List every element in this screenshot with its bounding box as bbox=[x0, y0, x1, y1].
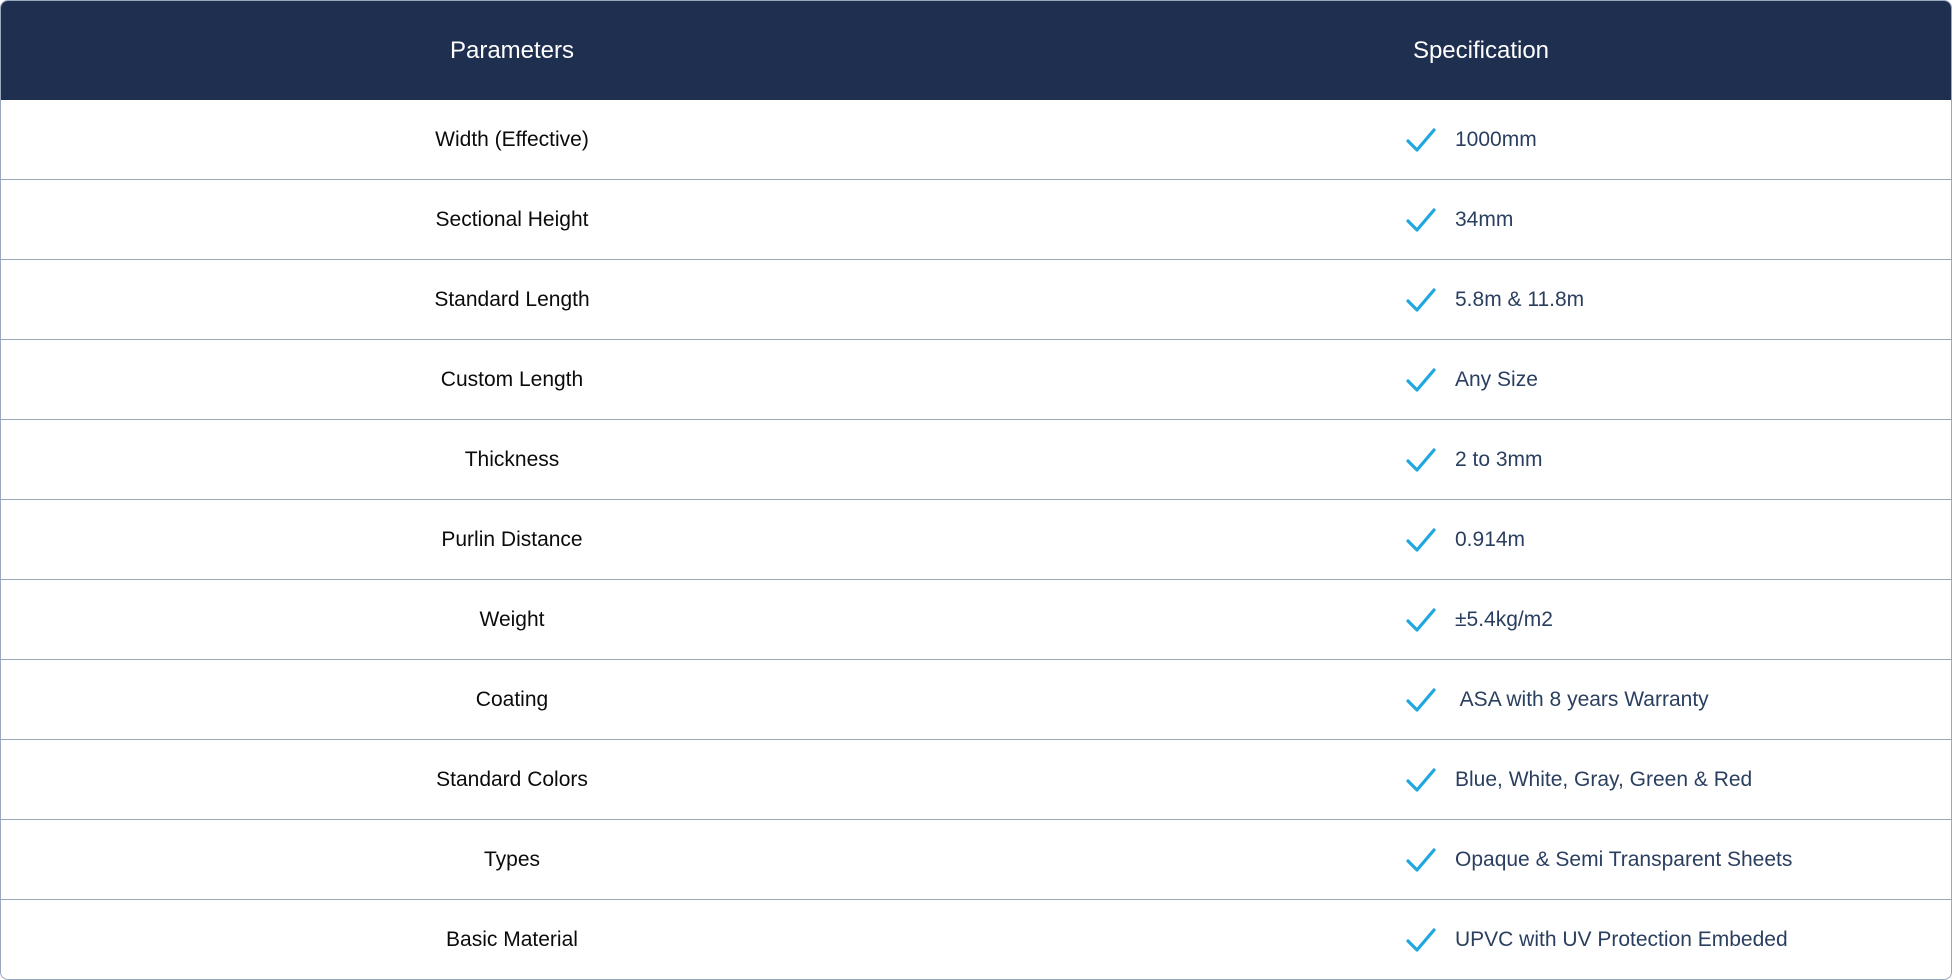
specification-cell: Any Size bbox=[1023, 366, 1951, 394]
parameter-name: Thickness bbox=[464, 447, 560, 471]
table-row: Width (Effective) 1000mm bbox=[1, 100, 1951, 179]
parameter-name: Width (Effective) bbox=[435, 127, 589, 151]
checkmark-icon bbox=[1406, 287, 1436, 312]
specification-cell: 1000mm bbox=[1023, 126, 1951, 154]
parameters-header: Parameters bbox=[449, 36, 575, 64]
parameter-name: Types bbox=[483, 847, 541, 871]
specification-value: 34mm bbox=[1455, 207, 1514, 231]
specification-cell: 0.914m bbox=[1023, 526, 1951, 554]
specification-value: Opaque & Semi Transparent Sheets bbox=[1455, 847, 1793, 871]
parameter-name: Coating bbox=[475, 687, 549, 711]
parameter-name: Purlin Distance bbox=[441, 527, 583, 551]
checkmark-icon bbox=[1406, 367, 1436, 392]
table-row: Thickness 2 to 3mm bbox=[1, 419, 1951, 499]
checkmark-icon bbox=[1406, 127, 1436, 152]
specification-value: UPVC with UV Protection Embeded bbox=[1455, 927, 1788, 951]
parameter-name: Basic Material bbox=[446, 927, 578, 951]
specification-value: Any Size bbox=[1455, 367, 1538, 391]
checkmark-icon bbox=[1406, 687, 1436, 712]
table-row: Sectional Height 34mm bbox=[1, 179, 1951, 259]
table-row: Weight ±5.4kg/m2 bbox=[1, 579, 1951, 659]
checkmark-icon bbox=[1406, 927, 1436, 952]
checkmark-icon bbox=[1406, 607, 1436, 632]
specification-value: 2 to 3mm bbox=[1455, 447, 1543, 471]
specification-value: ASA with 8 years Warranty bbox=[1455, 687, 1709, 711]
specification-cell: Blue, White, Gray, Green & Red bbox=[1023, 766, 1951, 794]
specification-value: 0.914m bbox=[1455, 527, 1526, 551]
checkmark-icon bbox=[1406, 847, 1436, 872]
table-row: Custom Length Any Size bbox=[1, 339, 1951, 419]
specification-cell: UPVC with UV Protection Embeded bbox=[1023, 926, 1951, 954]
parameter-name: Standard Length bbox=[434, 287, 590, 311]
specification-cell: Opaque & Semi Transparent Sheets bbox=[1023, 846, 1951, 874]
table-row: Basic Material UPVC with UV Protection E… bbox=[1, 899, 1951, 979]
table-body: Width (Effective) 1000mm Sectional Heigh… bbox=[1, 100, 1951, 979]
specification-cell: ±5.4kg/m2 bbox=[1023, 606, 1951, 634]
specification-cell: 34mm bbox=[1023, 206, 1951, 234]
table-row: Coating ASA with 8 years Warranty bbox=[1, 659, 1951, 739]
parameter-name: Sectional Height bbox=[435, 207, 589, 231]
specification-table: Parameters Specification Width (Effectiv… bbox=[0, 0, 1952, 980]
checkmark-icon bbox=[1406, 767, 1436, 792]
specification-cell: 5.8m & 11.8m bbox=[1023, 286, 1951, 314]
specification-cell: 2 to 3mm bbox=[1023, 446, 1951, 474]
table-row: Standard Colors Blue, White, Gray, Green… bbox=[1, 739, 1951, 819]
table-row: Purlin Distance 0.914m bbox=[1, 499, 1951, 579]
specification-value: Blue, White, Gray, Green & Red bbox=[1455, 767, 1753, 791]
table-row: Types Opaque & Semi Transparent Sheets bbox=[1, 819, 1951, 899]
parameter-name: Standard Colors bbox=[436, 767, 588, 791]
parameter-name: Custom Length bbox=[440, 367, 584, 391]
checkmark-icon bbox=[1406, 447, 1436, 472]
parameter-name: Weight bbox=[479, 607, 545, 631]
specification-header: Specification bbox=[1412, 36, 1550, 64]
checkmark-icon bbox=[1406, 207, 1436, 232]
checkmark-icon bbox=[1406, 527, 1436, 552]
table-row: Standard Length 5.8m & 11.8m bbox=[1, 259, 1951, 339]
specification-value: 5.8m & 11.8m bbox=[1455, 287, 1585, 311]
specification-value: 1000mm bbox=[1455, 127, 1537, 151]
specification-cell: ASA with 8 years Warranty bbox=[1023, 686, 1951, 714]
table-header: Parameters Specification bbox=[1, 1, 1951, 100]
specification-value: ±5.4kg/m2 bbox=[1455, 607, 1553, 631]
